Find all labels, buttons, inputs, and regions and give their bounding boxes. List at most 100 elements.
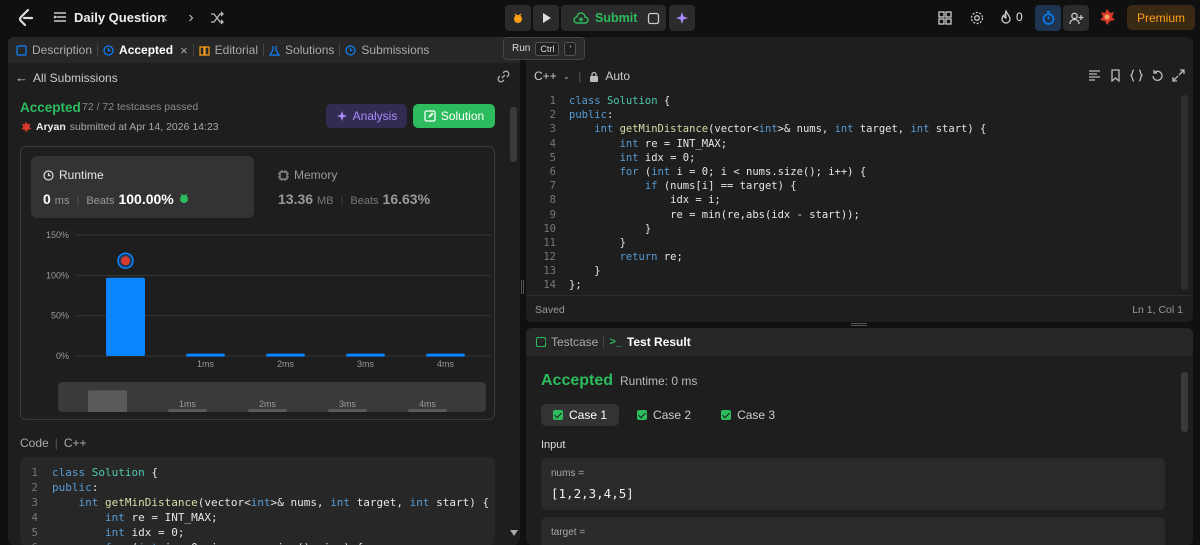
- braces-icon[interactable]: [1130, 69, 1143, 82]
- share-link-icon[interactable]: [497, 70, 510, 83]
- left-panel-scrollbar[interactable]: [510, 107, 517, 162]
- reset-icon[interactable]: [1151, 69, 1164, 82]
- chart-bar[interactable]: [426, 353, 465, 357]
- code-line[interactable]: 9 re = min(re,abs(idx - start));: [526, 208, 1176, 222]
- minimap-bar: [88, 390, 127, 412]
- code-line[interactable]: 7 if (nums[i] == target) {: [526, 179, 1176, 193]
- tab-editorial[interactable]: Editorial: [194, 37, 263, 63]
- performance-stats: Runtime 0 ms | Beats 100.00% Memory 13.3…: [20, 146, 495, 420]
- code-token: (vector<: [708, 123, 759, 136]
- x-tick-label: 3ms: [357, 359, 375, 369]
- format-icon[interactable]: [1088, 69, 1101, 82]
- code-token: re = INT_MAX;: [131, 511, 218, 524]
- code-token: int: [758, 123, 778, 136]
- code-line[interactable]: 3 int getMinDistance (vector< int >& nums, …: [20, 495, 495, 510]
- code-line[interactable]: 10 }: [526, 222, 1176, 236]
- chart-bar[interactable]: [106, 277, 145, 356]
- code-line[interactable]: 8 idx = i;: [526, 193, 1176, 207]
- chart-bar[interactable]: [266, 353, 305, 357]
- solution-button[interactable]: Solution: [413, 104, 495, 128]
- code-line[interactable]: 4 int re = INT_MAX;: [20, 510, 495, 525]
- all-submissions-link[interactable]: ← All Submissions: [15, 70, 118, 85]
- tab-submissions[interactable]: Submissions: [340, 37, 434, 63]
- case-tab-2[interactable]: Case 2: [625, 404, 703, 426]
- next-problem-icon[interactable]: ›: [184, 9, 198, 27]
- layout-grid-icon[interactable]: [938, 11, 952, 25]
- close-tab-icon[interactable]: ×: [180, 43, 188, 58]
- code-token: int: [78, 496, 105, 509]
- code-editor[interactable]: 1 class Solution {2 public:3 int getMinDis…: [526, 94, 1176, 293]
- tab-description[interactable]: Description: [8, 37, 97, 63]
- analysis-button[interactable]: Analysis: [326, 104, 407, 128]
- code-line[interactable]: 4 int re = INT_MAX;: [526, 137, 1176, 151]
- editor-scrollbar[interactable]: [1181, 95, 1188, 290]
- avatar[interactable]: [20, 121, 32, 133]
- vertical-resize-handle[interactable]: [851, 323, 867, 326]
- code-line[interactable]: 2 public:: [526, 108, 1176, 122]
- add-user-icon: [1068, 12, 1083, 24]
- code-line[interactable]: 13 }: [526, 264, 1176, 278]
- code-line[interactable]: 6 for (int i = 0; i < nums.size(); i++) …: [526, 165, 1176, 179]
- chart-bar[interactable]: [186, 353, 225, 357]
- run-button[interactable]: [533, 5, 559, 31]
- fullscreen-icon[interactable]: [1172, 69, 1185, 82]
- code-line[interactable]: 5 int idx = 0;: [526, 151, 1176, 165]
- case-tab-1[interactable]: Case 1: [541, 404, 620, 426]
- tab-test-result[interactable]: >_ Test Result: [604, 328, 695, 356]
- username[interactable]: Aryan: [36, 121, 66, 133]
- code-line[interactable]: 1 class Solution {: [20, 465, 495, 480]
- code-token: class: [569, 95, 607, 107]
- code-line[interactable]: 3 int getMinDistance (vector< int >& nums, …: [526, 122, 1176, 136]
- tab-testcase[interactable]: Testcase: [526, 328, 603, 356]
- runtime-card[interactable]: Runtime 0 ms | Beats 100.00%: [31, 156, 254, 218]
- tab-accepted[interactable]: Accepted ×: [98, 37, 193, 63]
- prev-problem-icon[interactable]: ‹: [158, 9, 172, 27]
- minimap-tick-label: 2ms: [259, 399, 277, 409]
- ai-assist-button[interactable]: [669, 5, 695, 31]
- streak-counter[interactable]: 0: [1000, 10, 1023, 24]
- code-lang: C++: [63, 436, 87, 450]
- shuffle-icon[interactable]: [210, 11, 224, 25]
- code-token: (nums[i] == target) {: [663, 180, 797, 193]
- code-line[interactable]: 5 int idx = 0;: [20, 525, 495, 540]
- add-collaborator-button[interactable]: [1063, 5, 1089, 31]
- code-line[interactable]: 11 }: [526, 236, 1176, 250]
- autocomplete-mode[interactable]: Auto: [605, 69, 630, 83]
- problem-list-icon[interactable]: [53, 10, 67, 24]
- notes-button[interactable]: [640, 5, 666, 31]
- y-tick-label: 0%: [56, 351, 69, 361]
- problem-list-title[interactable]: Daily Question: [74, 10, 165, 25]
- code-line[interactable]: 14};: [526, 278, 1176, 292]
- leetcode-logo-icon[interactable]: [16, 8, 36, 28]
- scroll-down-icon[interactable]: [510, 530, 518, 536]
- code-token: int: [409, 496, 437, 509]
- code-line[interactable]: 2 public:: [20, 480, 495, 495]
- premium-button[interactable]: Premium: [1127, 5, 1195, 30]
- tooltip-label: Run: [512, 43, 531, 54]
- analysis-label: Analysis: [352, 109, 398, 123]
- code-line[interactable]: 6 for (int i = 0; i < nums.size(); i++) …: [20, 540, 495, 545]
- bookmark-icon[interactable]: [1109, 69, 1122, 82]
- your-submission-marker-icon[interactable]: [117, 252, 134, 270]
- debug-button[interactable]: [505, 5, 531, 31]
- memory-card[interactable]: Memory 13.36 MB | Beats 16.63%: [266, 156, 486, 218]
- chart-range-scrubber[interactable]: 1ms 2ms 3ms 4ms: [58, 382, 486, 412]
- submitted-code[interactable]: 1 class Solution {2 public:3 int getMinDis…: [20, 457, 495, 545]
- gear-icon[interactable]: [970, 11, 984, 25]
- chart-bar[interactable]: [346, 353, 385, 357]
- chevron-down-icon[interactable]: ⌄: [563, 71, 571, 82]
- language-select[interactable]: C++: [534, 69, 557, 83]
- timer-button[interactable]: [1035, 5, 1061, 31]
- case-tab-3[interactable]: Case 3: [709, 404, 787, 426]
- tab-solutions[interactable]: Solutions: [264, 37, 339, 63]
- minimap-tick-label: 1ms: [179, 399, 197, 409]
- code-token: public: [569, 109, 607, 122]
- code-line[interactable]: 12 return re;: [526, 250, 1176, 264]
- result-scrollbar[interactable]: [1181, 372, 1188, 432]
- terminal-icon: >_: [609, 336, 622, 348]
- code-line[interactable]: 1 class Solution {: [526, 94, 1176, 108]
- horizontal-resize-handle[interactable]: [521, 280, 524, 294]
- submit-button[interactable]: Submit: [561, 5, 650, 31]
- test-result-panel: Testcase >_ Test Result Accepted Runtime…: [526, 328, 1193, 545]
- avatar[interactable]: [1098, 8, 1116, 26]
